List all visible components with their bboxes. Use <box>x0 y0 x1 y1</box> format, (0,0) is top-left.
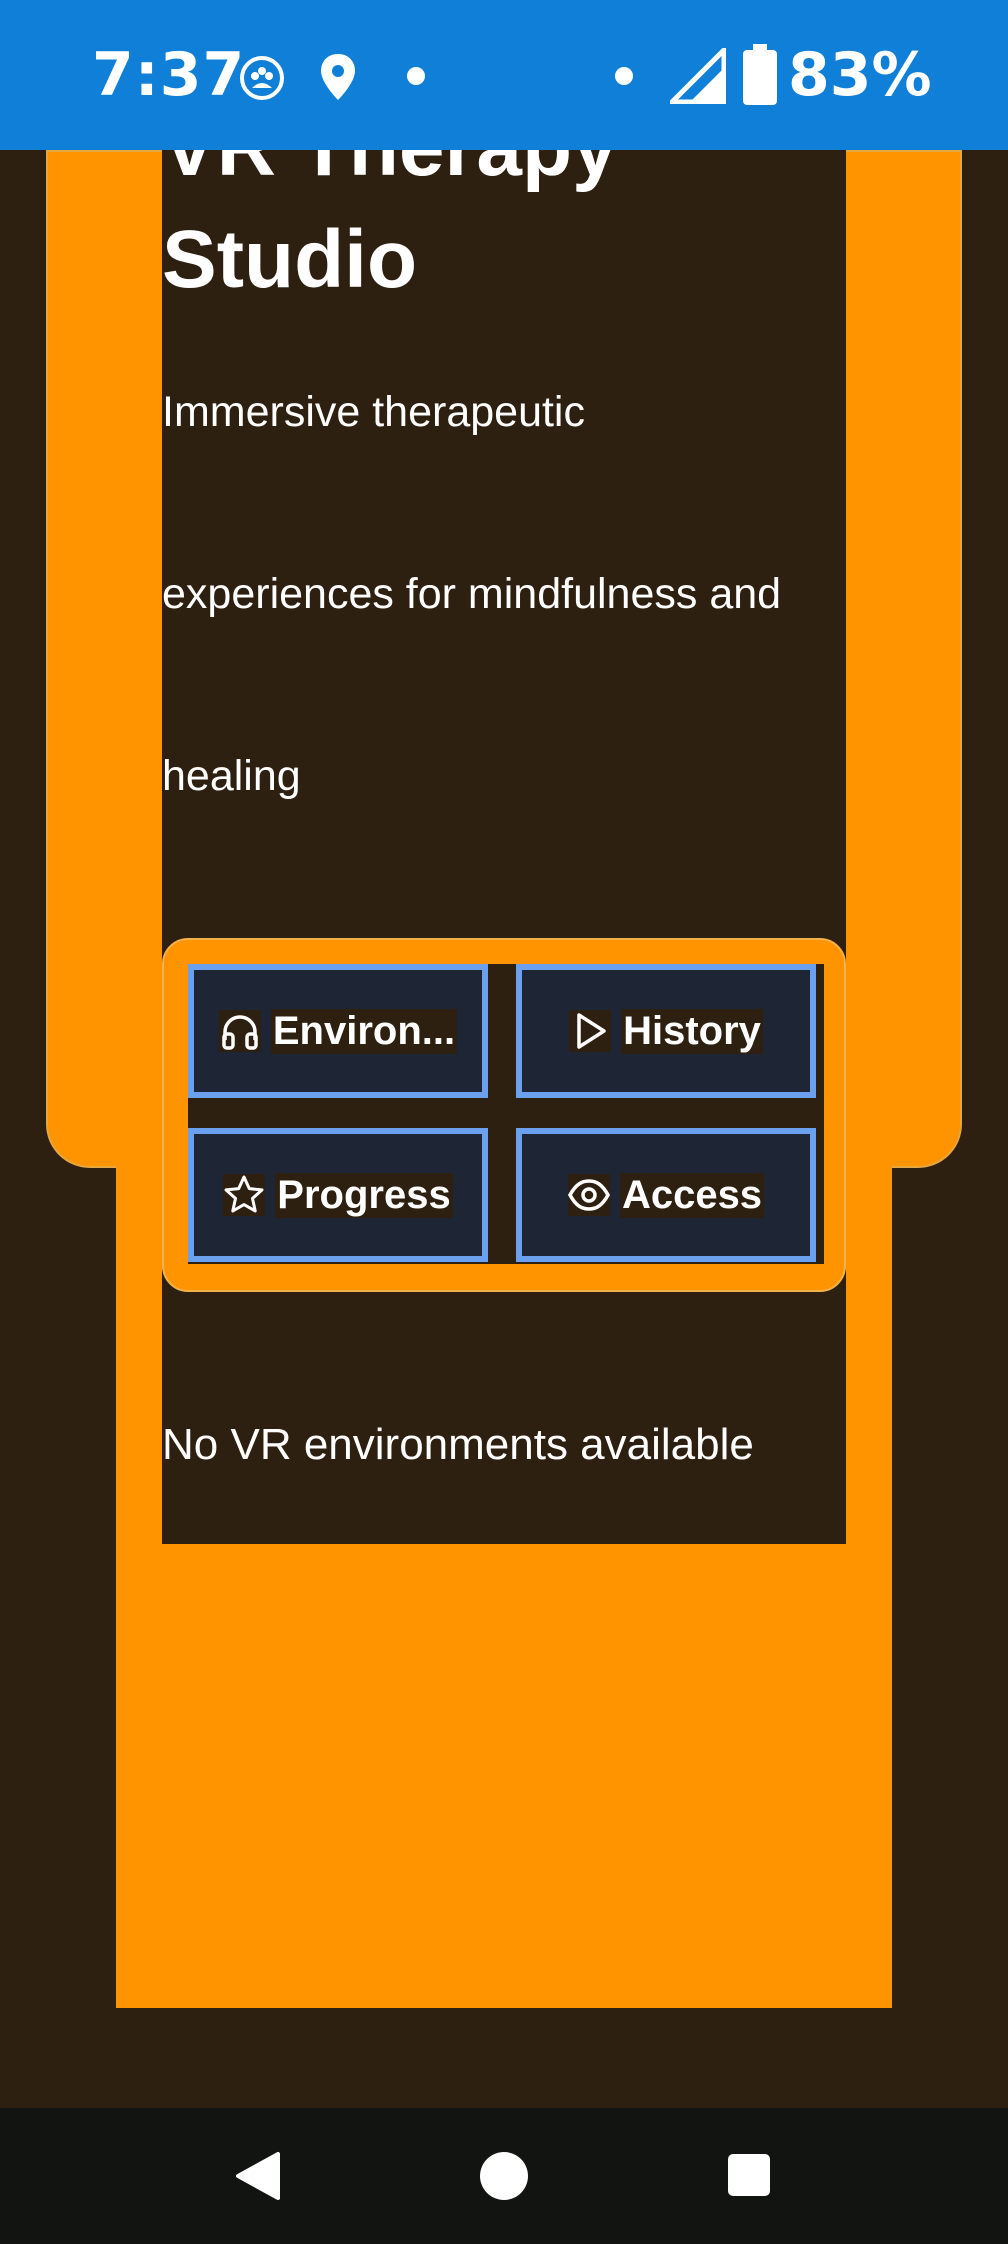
status-time: 7:37 <box>92 40 246 110</box>
battery-percent: 83% <box>788 40 932 110</box>
history-button[interactable]: History <box>516 964 816 1098</box>
eye-icon <box>567 1174 610 1216</box>
dot-icon <box>614 66 634 90</box>
signal-icon <box>665 43 727 108</box>
recents-icon[interactable] <box>726 2152 772 2203</box>
environments-button[interactable]: Environ... <box>188 964 488 1098</box>
access-button[interactable]: Access <box>516 1128 816 1262</box>
navigation-bar <box>0 2108 1008 2244</box>
app-notification-icon <box>238 54 286 106</box>
dot-icon <box>406 66 426 90</box>
empty-state-message: No VR environments available <box>162 1420 754 1469</box>
location-icon <box>318 52 358 106</box>
description-line-2: experiences for mindfulness and <box>162 570 782 618</box>
main-content <box>162 150 846 1544</box>
progress-button[interactable]: Progress <box>188 1128 488 1262</box>
star-icon <box>223 1174 266 1216</box>
headphones-icon <box>218 1010 261 1052</box>
progress-label: Progress <box>275 1172 453 1218</box>
home-icon[interactable] <box>478 2150 530 2207</box>
action-panel: Environ... History Progress Access <box>162 938 846 1292</box>
history-label: History <box>621 1008 763 1054</box>
battery-icon <box>742 44 778 110</box>
play-icon <box>569 1010 612 1052</box>
access-label: Access <box>619 1172 765 1218</box>
back-icon[interactable] <box>232 2150 282 2207</box>
status-bar: 7:37 83% <box>0 0 1008 150</box>
environments-label: Environ... <box>270 1008 458 1054</box>
description-line-1: Immersive therapeutic <box>162 388 585 436</box>
description-line-3: healing <box>162 752 301 800</box>
title-line-2: Studio <box>162 214 418 305</box>
